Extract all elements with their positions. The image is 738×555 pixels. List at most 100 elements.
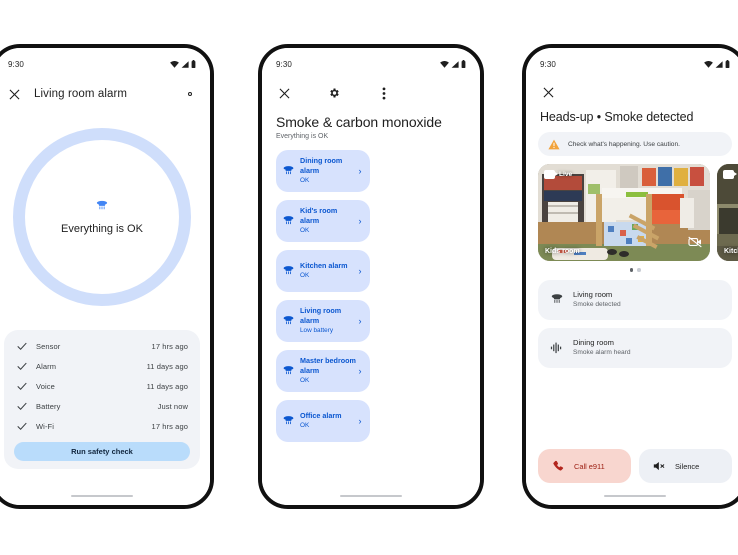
app-bar-screen1: Living room alarm xyxy=(0,74,210,108)
signal-icon xyxy=(181,60,189,68)
check-time: 11 days ago xyxy=(146,381,188,391)
more-vert-icon[interactable] xyxy=(376,85,392,101)
gear-icon[interactable] xyxy=(326,85,342,101)
tile-text: Kitchen alarm OK xyxy=(300,261,356,280)
smoke-alarm-icon xyxy=(551,294,563,303)
alarm-tile-kids-room[interactable]: Kid's room alarm OK › xyxy=(276,200,370,242)
screen-living-room-alarm: 9:30 Living room alarm Everything is OK … xyxy=(0,48,210,505)
event-card-living-room[interactable]: Living room Smoke detected xyxy=(538,279,732,320)
tile-name: Living room alarm xyxy=(300,306,342,326)
action-bar: Call e911 Silence xyxy=(526,449,738,483)
signal-icon xyxy=(451,60,459,68)
ring-status-label: Everything is OK xyxy=(61,222,143,235)
safety-checklist: Sensor 17 hrs ago Alarm 11 days ago Voic… xyxy=(4,330,200,469)
checklist-row: Battery Just now xyxy=(4,396,200,416)
smoke-alarm-icon xyxy=(283,366,294,375)
alarm-tile-office[interactable]: Office alarm OK › xyxy=(276,400,370,442)
carousel-pager[interactable] xyxy=(526,261,738,272)
status-icons xyxy=(704,60,730,68)
smoke-alarm-icon xyxy=(283,216,294,225)
warning-icon xyxy=(548,139,560,149)
check-time: 17 hrs ago xyxy=(151,341,188,351)
check-icon xyxy=(17,402,27,411)
gear-icon[interactable] xyxy=(182,86,198,102)
live-label: Live xyxy=(559,171,573,178)
tile-state: Low battery xyxy=(300,326,334,334)
alarm-tile-living-room[interactable]: Living room alarm Low battery › xyxy=(276,300,370,342)
alarm-tile-master-bedroom[interactable]: Master bedroom alarm OK › xyxy=(276,350,370,392)
tile-text: Dining room alarm OK xyxy=(300,156,356,185)
signal-icon xyxy=(715,60,723,68)
camera-card-kitchen[interactable]: Kitchen xyxy=(717,164,738,261)
phone-3: 9:30 Heads-up • Smoke detected Check wha… xyxy=(522,44,738,509)
caution-text: Check what's happening. Use caution. xyxy=(568,140,680,148)
check-name: Voice xyxy=(36,381,55,391)
wifi-icon xyxy=(440,60,449,68)
battery-icon xyxy=(461,60,466,68)
camera-card-kids-room[interactable]: Live Kids room xyxy=(538,164,710,261)
screen-smoke-co-list: 9:30 Smoke & carbon monoxide Everything … xyxy=(262,48,480,505)
tile-state: OK xyxy=(300,226,310,234)
alarm-tile-grid: Dining room alarm OK › Kid's room alarm … xyxy=(262,140,480,442)
status-bar: 9:30 xyxy=(0,48,210,74)
tile-state: OK xyxy=(300,176,310,184)
tile-text: Master bedroom alarm OK xyxy=(300,356,356,385)
page-title: Living room alarm xyxy=(34,88,128,100)
event-name: Living room xyxy=(573,290,613,300)
app-bar-screen2 xyxy=(262,74,480,106)
camera-name: Kids room xyxy=(545,248,580,255)
pager-dot[interactable] xyxy=(637,268,641,272)
checklist-row: Alarm 11 days ago xyxy=(4,356,200,376)
status-time: 9:30 xyxy=(276,59,292,69)
status-ring-area: Everything is OK xyxy=(0,112,210,322)
status-bar: 9:30 xyxy=(526,48,738,74)
close-icon[interactable] xyxy=(276,85,292,101)
page-title: Heads-up • Smoke detected xyxy=(540,110,694,124)
event-text: Dining room Smoke alarm heard xyxy=(573,337,631,358)
mute-icon xyxy=(653,461,665,471)
chevron-right-icon: › xyxy=(358,416,362,426)
tile-name: Office alarm xyxy=(300,411,342,421)
chevron-right-icon: › xyxy=(358,266,362,276)
check-name: Alarm xyxy=(36,361,57,371)
tile-text: Kid's room alarm OK xyxy=(300,206,356,235)
app-bar-screen3 xyxy=(526,74,738,104)
check-icon xyxy=(17,342,27,351)
pager-dot-active[interactable] xyxy=(629,268,633,272)
alarm-tile-dining-room[interactable]: Dining room alarm OK › xyxy=(276,150,370,192)
close-icon[interactable] xyxy=(540,84,556,100)
video-off-icon[interactable] xyxy=(688,235,702,253)
tile-state: OK xyxy=(300,422,310,430)
checklist-row: Sensor 17 hrs ago xyxy=(4,336,200,356)
wifi-icon xyxy=(704,60,713,68)
event-card-dining-room[interactable]: Dining room Smoke alarm heard xyxy=(538,327,732,368)
status-time: 9:30 xyxy=(8,59,24,69)
event-name: Dining room xyxy=(573,338,614,348)
check-name: Wi-Fi xyxy=(36,421,54,431)
alarm-tile-kitchen[interactable]: Kitchen alarm OK › xyxy=(276,250,370,292)
silence-button[interactable]: Silence xyxy=(639,449,732,483)
video-camera-icon xyxy=(723,170,737,179)
smoke-alarm-icon xyxy=(283,416,294,425)
camera-carousel[interactable]: Live Kids room Kitc xyxy=(526,156,738,261)
close-icon[interactable] xyxy=(6,86,22,102)
tile-name: Master bedroom alarm xyxy=(300,356,356,376)
check-name: Battery xyxy=(36,401,61,411)
check-icon xyxy=(17,382,27,391)
home-indicator xyxy=(71,494,133,497)
run-safety-check-button[interactable]: Run safety check xyxy=(14,442,190,461)
phone-2: 9:30 Smoke & carbon monoxide Everything … xyxy=(258,44,484,509)
screen-heads-up-smoke: 9:30 Heads-up • Smoke detected Check wha… xyxy=(526,48,738,505)
call-e911-label: Call e911 xyxy=(574,461,605,471)
home-indicator xyxy=(604,494,666,497)
smoke-alarm-icon xyxy=(96,200,108,209)
tile-name: Kitchen alarm xyxy=(300,261,348,271)
battery-icon xyxy=(725,60,730,68)
chevron-right-icon: › xyxy=(358,316,362,326)
checklist-row: Wi-Fi 17 hrs ago xyxy=(4,416,200,436)
silence-label: Silence xyxy=(675,461,700,471)
chevron-right-icon: › xyxy=(358,166,362,176)
smoke-alarm-icon xyxy=(283,166,294,175)
call-e911-button[interactable]: Call e911 xyxy=(538,449,631,483)
checklist-row: Voice 11 days ago xyxy=(4,376,200,396)
